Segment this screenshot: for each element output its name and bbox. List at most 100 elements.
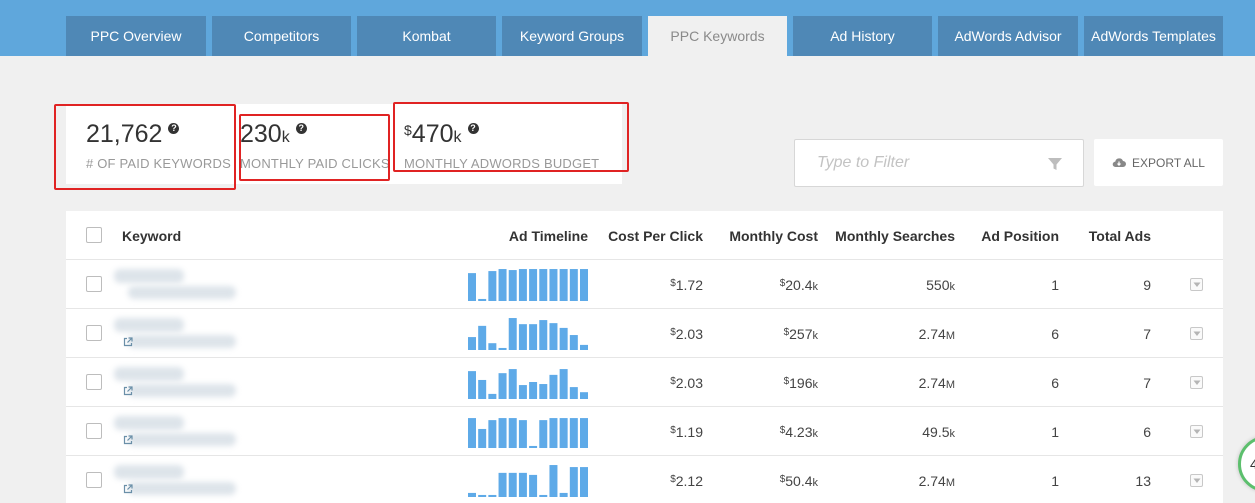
timeline-bar <box>468 492 476 497</box>
keywords-table: Keyword Ad Timeline Cost Per Click Month… <box>66 211 1223 503</box>
ad-timeline-chart <box>468 369 588 399</box>
timeline-bar <box>529 474 538 497</box>
tab-ppc-overview[interactable]: PPC Overview <box>66 16 206 56</box>
table-row[interactable]: $2.03 $196k 2.74M 6 7 <box>66 358 1223 407</box>
tab-ppc-keywords[interactable]: PPC Keywords <box>648 16 787 56</box>
question-circle-icon[interactable]: ? <box>295 123 307 134</box>
funnel-icon[interactable] <box>1047 156 1063 172</box>
external-link-icon[interactable] <box>123 337 133 347</box>
monthly-cost-value: $50.4k <box>779 473 818 489</box>
timeline-bar <box>468 337 476 350</box>
external-link-icon[interactable] <box>123 435 133 445</box>
timeline-bar <box>488 494 497 497</box>
timeline-bar <box>580 344 588 350</box>
timeline-bar <box>569 387 578 399</box>
total-ads-value: 9 <box>1143 277 1151 293</box>
expand-row-button[interactable] <box>1190 376 1203 389</box>
row-checkbox[interactable] <box>86 472 102 488</box>
timeline-bar <box>529 269 538 301</box>
timeline-bar <box>508 369 517 399</box>
monthly-cost-value: $257k <box>783 326 818 342</box>
row-checkbox[interactable] <box>86 423 102 439</box>
header-keyword[interactable]: Keyword <box>122 228 181 244</box>
external-link-icon[interactable] <box>123 484 133 494</box>
table-row[interactable]: $1.72 $20.4k 550k 1 9 <box>66 260 1223 309</box>
total-ads-value: 7 <box>1143 326 1151 342</box>
timeline-bar <box>539 384 548 399</box>
timeline-bar <box>518 472 527 497</box>
keyword-text-redacted[interactable] <box>114 416 184 430</box>
timeline-bar <box>488 393 497 399</box>
keyword-text-redacted[interactable] <box>114 465 184 479</box>
timeline-bar <box>478 298 487 301</box>
timeline-bar <box>508 418 517 448</box>
timeline-bar <box>569 418 578 448</box>
select-all-checkbox[interactable] <box>86 227 102 243</box>
monthly-searches-value: 2.74M <box>918 326 955 342</box>
stat-paid-keywords: 21,762? # OF PAID KEYWORDS <box>86 104 236 184</box>
monthly-cost-value: $4.23k <box>779 424 818 440</box>
filter-input[interactable] <box>795 140 1045 186</box>
expand-row-button[interactable] <box>1190 425 1203 438</box>
expand-row-button[interactable] <box>1190 327 1203 340</box>
tab-competitors[interactable]: Competitors <box>212 16 351 56</box>
cost-per-click-value: $1.19 <box>670 424 703 440</box>
question-circle-icon[interactable]: ? <box>168 123 180 134</box>
expand-row-button[interactable] <box>1190 278 1203 291</box>
cost-per-click-value: $2.12 <box>670 473 703 489</box>
tab-ad-history[interactable]: Ad History <box>793 16 932 56</box>
stat-paid-clicks: 230k? MONTHLY PAID CLICKS <box>240 104 390 184</box>
timeline-bar <box>580 418 588 448</box>
table-row[interactable]: $1.19 $4.23k 49.5k 1 6 <box>66 407 1223 456</box>
tab-adwords-templates[interactable]: AdWords Templates <box>1084 16 1223 56</box>
header-total-ads[interactable]: Total Ads <box>1067 228 1151 244</box>
total-ads-value: 6 <box>1143 424 1151 440</box>
timeline-bar <box>549 269 558 301</box>
export-all-button[interactable]: EXPORT ALL <box>1094 139 1223 186</box>
ad-position-value: 1 <box>1051 473 1059 489</box>
chevron-down-icon <box>1193 380 1201 385</box>
timeline-bar <box>569 269 578 301</box>
keyword-url-redacted <box>128 433 236 446</box>
header-cost-per-click[interactable]: Cost Per Click <box>596 228 703 244</box>
tab-keyword-groups[interactable]: Keyword Groups <box>502 16 642 56</box>
keyword-text-redacted[interactable] <box>114 367 184 381</box>
stat-paid-keywords-label: # OF PAID KEYWORDS <box>86 156 231 171</box>
ad-position-value: 1 <box>1051 424 1059 440</box>
row-checkbox[interactable] <box>86 276 102 292</box>
ad-timeline-chart <box>468 465 588 497</box>
timeline-bar <box>498 269 507 301</box>
keyword-url-redacted <box>128 482 236 495</box>
timeline-bar <box>539 269 548 301</box>
timeline-bar <box>559 327 568 350</box>
keyword-text-redacted[interactable] <box>114 269 184 283</box>
ad-position-value: 6 <box>1051 326 1059 342</box>
row-checkbox[interactable] <box>86 325 102 341</box>
stat-paid-clicks-value: 230k? <box>240 120 307 149</box>
row-checkbox[interactable] <box>86 374 102 390</box>
table-row[interactable]: $2.03 $257k 2.74M 6 7 <box>66 309 1223 358</box>
expand-row-button[interactable] <box>1190 474 1203 487</box>
external-link-icon[interactable] <box>123 386 133 396</box>
header-ad-timeline[interactable]: Ad Timeline <box>486 228 588 244</box>
chevron-down-icon <box>1193 429 1201 434</box>
timeline-bar <box>559 492 568 497</box>
table-header: Keyword Ad Timeline Cost Per Click Month… <box>66 211 1223 260</box>
table-row[interactable]: $2.12 $50.4k 2.74M 1 13 <box>66 456 1223 503</box>
question-circle-icon[interactable]: ? <box>467 123 479 134</box>
timeline-bar <box>539 320 548 350</box>
header-monthly-cost[interactable]: Monthly Cost <box>711 228 818 244</box>
ad-position-value: 1 <box>1051 277 1059 293</box>
tab-adwords-advisor[interactable]: AdWords Advisor <box>938 16 1078 56</box>
ad-timeline-chart <box>468 318 588 350</box>
chevron-down-icon <box>1193 331 1201 336</box>
chat-widget[interactable]: 4 <box>1238 436 1255 492</box>
header-monthly-searches[interactable]: Monthly Searches <box>826 228 955 244</box>
timeline-bar <box>518 324 527 350</box>
chevron-down-icon <box>1193 282 1201 287</box>
keyword-url-redacted <box>128 286 236 299</box>
timeline-bar <box>559 418 568 448</box>
header-ad-position[interactable]: Ad Position <box>963 228 1059 244</box>
tab-kombat[interactable]: Kombat <box>357 16 496 56</box>
keyword-text-redacted[interactable] <box>114 318 184 332</box>
